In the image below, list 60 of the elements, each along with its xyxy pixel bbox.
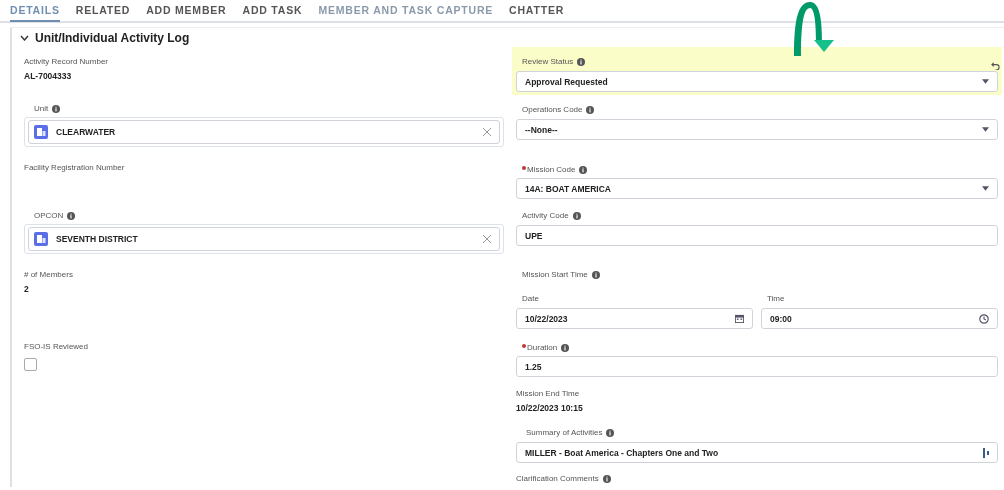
select-field[interactable]: 14A: BOAT AMERICA xyxy=(516,178,998,199)
building-icon xyxy=(34,125,48,139)
clock-icon[interactable] xyxy=(979,313,989,324)
section-title: Unit/Individual Activity Log xyxy=(35,31,190,45)
field-label: Review Status xyxy=(522,56,574,67)
info-icon[interactable] xyxy=(577,57,586,66)
info-icon[interactable] xyxy=(572,211,581,220)
field-label: Time xyxy=(767,293,785,304)
lookup-field[interactable]: SEVENTH DISTRICT xyxy=(28,227,500,251)
resize-icon xyxy=(983,447,989,458)
field-label: Date xyxy=(522,293,539,304)
input-field[interactable]: 1.25 xyxy=(516,356,998,377)
field-label: Mission Start Time xyxy=(522,269,588,280)
tab[interactable]: ADD TASK xyxy=(242,0,303,22)
info-icon[interactable] xyxy=(52,104,61,113)
info-icon[interactable] xyxy=(606,428,615,437)
field-value: 2 xyxy=(24,284,30,294)
info-icon[interactable] xyxy=(586,105,595,114)
field-label: FSO-IS Reviewed xyxy=(24,341,89,352)
select-field[interactable]: --None-- xyxy=(516,119,998,140)
caret-icon xyxy=(982,186,989,191)
field-label: OPCON xyxy=(34,210,64,221)
calendar-icon[interactable] xyxy=(735,314,744,323)
tab[interactable]: RELATED xyxy=(75,0,131,22)
info-icon[interactable] xyxy=(602,474,611,483)
close-icon[interactable] xyxy=(483,128,491,136)
info-icon[interactable] xyxy=(591,270,600,279)
field-label: Mission Code xyxy=(527,164,576,175)
field-value: 10/22/2023 10:15 xyxy=(516,403,584,413)
field-label: Mission End Time xyxy=(516,388,580,399)
info-icon[interactable] xyxy=(561,343,570,352)
field-label: Activity Record Number xyxy=(24,56,109,67)
field-label: # of Members xyxy=(24,269,73,280)
field-label: Facility Registration Number xyxy=(24,162,125,173)
building-icon xyxy=(34,232,48,246)
caret-icon xyxy=(982,79,989,84)
field-value: AL-7004333 xyxy=(24,71,73,81)
date-field[interactable]: 10/22/2023 xyxy=(516,308,753,329)
info-icon[interactable] xyxy=(579,165,588,174)
tab[interactable]: CHATTER xyxy=(509,0,565,22)
field-label: Operations Code xyxy=(522,104,583,115)
time-field[interactable]: 09:00 xyxy=(761,308,998,329)
info-icon[interactable] xyxy=(67,211,76,220)
checkbox[interactable] xyxy=(24,358,37,371)
input-field[interactable]: UPE xyxy=(516,225,998,246)
select-field[interactable]: Approval Requested xyxy=(516,71,998,92)
lookup-value: SEVENTH DISTRICT xyxy=(56,234,139,244)
field-label: Summary of Activities xyxy=(526,427,603,438)
undo-icon[interactable] xyxy=(991,61,1000,70)
field-label: Unit xyxy=(34,103,49,114)
caret-icon xyxy=(982,127,989,132)
field-label: Clarification Comments xyxy=(516,473,599,484)
tab[interactable]: ADD MEMBER xyxy=(146,0,227,22)
lookup-value: CLEARWATER xyxy=(56,127,117,137)
close-icon[interactable] xyxy=(483,235,491,243)
text-field[interactable]: MILLER - Boat America - Chapters One and Two xyxy=(516,442,998,463)
field-label: Activity Code xyxy=(522,210,569,221)
lookup-field[interactable]: CLEARWATER xyxy=(28,120,500,144)
chevron-down-icon[interactable] xyxy=(20,35,29,41)
field-label: Duration xyxy=(527,342,558,353)
